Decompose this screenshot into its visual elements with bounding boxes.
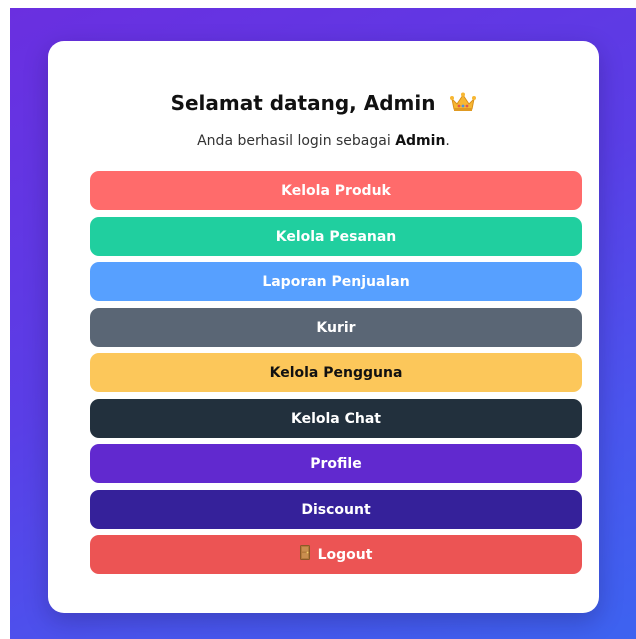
discount-label: Discount [301,501,371,518]
subtitle-prefix: Anda berhasil login sebagai [197,133,396,149]
welcome-title: Selamat datang, Admin [48,91,599,117]
kelola-produk-label: Kelola Produk [281,182,391,199]
welcome-card: Selamat datang, Admin Anda berhasil logi… [48,41,599,613]
subtitle-role: Admin [395,133,446,149]
kelola-chat-label: Kelola Chat [290,410,381,427]
profile-button[interactable]: Profile [90,444,582,483]
profile-label: Profile [310,455,362,472]
laporan-penjualan-label: Laporan Penjualan [262,273,410,290]
welcome-title-text: Selamat datang, Admin [170,91,436,115]
kelola-pengguna-button[interactable]: Kelola Pengguna [90,353,582,392]
top-strip [0,0,636,8]
subtitle-suffix: . [445,133,450,149]
logout-label: Logout [317,546,373,563]
door-icon [299,545,310,564]
kelola-pengguna-label: Kelola Pengguna [269,364,403,381]
welcome-subtitle: Anda berhasil login sebagai Admin. [48,133,599,149]
kurir-label: Kurir [316,319,356,336]
kelola-pesanan-label: Kelola Pesanan [275,228,397,245]
discount-button[interactable]: Discount [90,490,582,529]
kelola-produk-button[interactable]: Kelola Produk [90,171,582,210]
kelola-chat-button[interactable]: Kelola Chat [90,399,582,438]
logout-button[interactable]: Logout [90,535,582,574]
crown-icon [450,92,477,117]
kelola-pesanan-button[interactable]: Kelola Pesanan [90,217,582,256]
laporan-penjualan-button[interactable]: Laporan Penjualan [90,262,582,301]
kurir-button[interactable]: Kurir [90,308,582,347]
